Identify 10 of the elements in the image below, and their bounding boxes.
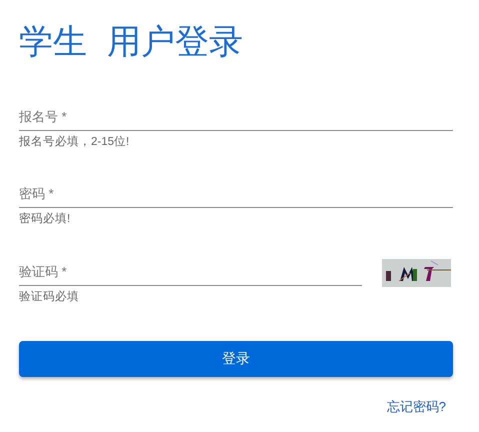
validation-hint: 验证码必填 — [19, 290, 80, 304]
registration-number-field[interactable]: 报名号 * — [19, 103, 453, 131]
forgot-password-link[interactable]: 忘记密码? — [386, 396, 446, 416]
page-title-prefix: 学生 — [19, 22, 87, 63]
validation-hint: 报名号必填，2-15位! — [19, 134, 130, 150]
login-button[interactable]: 登录 — [19, 340, 453, 377]
validation-hint: 密码必填! — [19, 211, 72, 228]
captcha-field[interactable]: 验证码 * — [19, 258, 362, 286]
password-field[interactable]: 密码 * — [19, 180, 453, 208]
page-title: 用户登录 — [107, 22, 243, 63]
